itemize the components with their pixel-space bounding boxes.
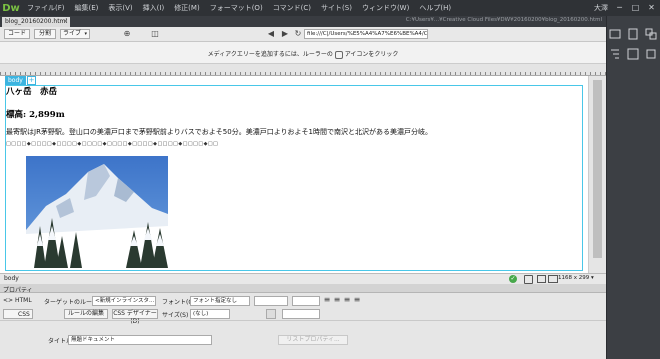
font-select[interactable]: フォント指定なし — [190, 296, 250, 306]
document-tab[interactable]: blog_20160200.html × — [2, 17, 70, 27]
media-query-hint-after: アイコンをクリック — [344, 51, 399, 58]
code-view-button[interactable]: コード — [4, 29, 30, 39]
minimize-button[interactable]: ─ — [614, 2, 625, 13]
horizontal-ruler[interactable] — [0, 64, 606, 76]
live-view-button[interactable]: ライブ ▾ — [60, 29, 90, 39]
address-field[interactable]: file:///C|/Users/%E5%A4%A7%E6%BE%A4/Cre — [304, 29, 428, 39]
split-view-button[interactable]: 分割 — [34, 29, 56, 39]
assets-panel-icon[interactable] — [627, 48, 639, 60]
chevron-down-icon: ▾ — [84, 31, 87, 37]
back-arrow-icon[interactable]: ◀ — [266, 29, 276, 39]
scrollbar-thumb[interactable] — [593, 80, 602, 258]
menu-bar: Dw ファイル(F) 編集(E) 表示(V) 挿入(I) 修正(M) フォーマッ… — [0, 0, 660, 16]
document-tab-label: blog_20160200.html — [5, 18, 68, 25]
add-media-query-icon[interactable] — [334, 50, 343, 59]
font-style-select[interactable] — [254, 296, 288, 306]
menu-site[interactable]: サイト(S) — [316, 3, 357, 13]
mobile-size-icon[interactable] — [524, 275, 533, 284]
route-paragraph[interactable]: 最寄駅はJR茅野駅。登山口の美濃戸口まで茅野駅前よりバスでおよそ50分。美濃戸口… — [6, 127, 432, 137]
align-right-icon[interactable]: ≡ — [342, 295, 352, 305]
target-rule-select[interactable]: <新規インラインスタ... — [92, 296, 156, 306]
insert-panel-icon[interactable] — [627, 28, 639, 40]
mountain-photo[interactable] — [26, 156, 168, 268]
edit-rule-button[interactable]: ルールの編集 — [64, 309, 108, 319]
canvas-vertical-scrollbar[interactable] — [588, 76, 606, 273]
css-mode-button[interactable]: CSS — [3, 309, 33, 319]
elevation-heading[interactable]: 標高: 2,899m — [6, 108, 65, 120]
live-view-label: ライブ — [63, 30, 82, 37]
color-field[interactable] — [282, 309, 320, 319]
file-path: C:¥Users¥...¥Creative Cloud Files¥DW¥201… — [405, 17, 602, 23]
menu-format[interactable]: フォーマット(O) — [205, 3, 268, 13]
target-rule-label: ターゲットのルール — [44, 299, 99, 306]
align-left-icon[interactable]: ≡ — [322, 295, 332, 305]
validation-ok-icon[interactable]: ✓ — [509, 275, 517, 283]
add-element-button[interactable]: + — [27, 76, 36, 85]
document-tab-bar: blog_20160200.html × C:¥Users¥...¥Creati… — [0, 16, 606, 27]
menu-modify[interactable]: 修正(M) — [169, 3, 205, 13]
files-panel-icon[interactable] — [609, 28, 621, 40]
design-canvas[interactable]: body + 八ヶ岳 赤岳 標高: 2,899m 最寄駅はJR茅野駅。登山口の美… — [0, 76, 588, 273]
properties-divider — [0, 320, 606, 321]
maximize-button[interactable]: □ — [630, 2, 641, 13]
menu-insert[interactable]: 挿入(I) — [138, 3, 170, 13]
page-title-field[interactable]: 無題ドキュメント — [68, 335, 212, 345]
window-size-select[interactable]: 1168 x 299 ▾ — [558, 275, 594, 281]
properties-header[interactable]: プロパティ — [0, 284, 606, 294]
properties-panel: プロパティ <> HTML CSS ターゲットのルール <新規インラインスタ..… — [0, 284, 606, 359]
mountain-photo-image — [26, 156, 168, 268]
desktop-size-icon[interactable] — [548, 275, 558, 283]
dreamweaver-window: Dw ファイル(F) 編集(E) 表示(V) 挿入(I) 修正(M) フォーマッ… — [0, 0, 660, 359]
tag-selector-body[interactable]: body — [4, 275, 19, 282]
media-query-hint-before: メディアクエリーを追加するには、ルーラーの — [207, 51, 333, 58]
font-weight-select[interactable] — [292, 296, 320, 306]
right-panel-dock — [606, 16, 660, 359]
align-center-icon[interactable]: ≡ — [332, 295, 342, 305]
align-justify-icon[interactable]: ≡ — [352, 295, 362, 305]
menu-edit[interactable]: 編集(E) — [70, 3, 104, 13]
body-tag-badge[interactable]: body — [5, 76, 26, 85]
menu-help[interactable]: ヘルプ(H) — [414, 3, 456, 13]
size-label: サイズ(S) — [162, 312, 189, 319]
dotted-separator: □□□□◆□□□□◆□□□□◆□□□□◆□□□□◆□□□□◆□□□□◆□□□□◆… — [6, 141, 219, 147]
properties-title: プロパティ — [3, 287, 33, 294]
dom-panel-icon[interactable] — [609, 48, 621, 60]
preview-icon[interactable]: ◫ — [150, 29, 160, 39]
forward-arrow-icon[interactable]: ▶ — [280, 29, 290, 39]
tablet-size-icon[interactable] — [537, 275, 546, 283]
app-logo: Dw — [0, 0, 22, 16]
user-name[interactable]: 大澤 — [594, 3, 608, 13]
html-mode-button[interactable]: <> HTML — [3, 296, 32, 306]
color-swatch[interactable] — [266, 309, 276, 319]
list-properties-button[interactable]: リストプロパティ... — [278, 335, 348, 345]
status-bar: body ✓ 1168 x 299 ▾ — [0, 273, 606, 284]
close-window-button[interactable]: ✕ — [646, 2, 657, 13]
inspect-icon[interactable]: ⊕ — [122, 29, 132, 39]
close-tab-icon[interactable]: × — [63, 17, 68, 27]
document-toolbar: コード 分割 ライブ ▾ ⊕ ◫ ◀ ▶ ↻ file:///C|/Users/… — [0, 27, 606, 42]
menu-file[interactable]: ファイル(F) — [22, 3, 70, 13]
media-query-bar: メディアクエリーを追加するには、ルーラーの アイコンをクリック — [0, 42, 606, 64]
menu-commands[interactable]: コマンド(C) — [268, 3, 316, 13]
page-heading[interactable]: 八ヶ岳 赤岳 — [6, 85, 57, 97]
css-designer-button[interactable]: CSS デザイナー(D) — [112, 309, 158, 325]
media-query-hint: メディアクエリーを追加するには、ルーラーの アイコンをクリック — [0, 49, 606, 59]
menu-window[interactable]: ウィンドウ(W) — [357, 3, 414, 13]
css-designer-panel-icon[interactable] — [645, 28, 657, 40]
refresh-icon[interactable]: ↻ — [293, 29, 303, 39]
menu-view[interactable]: 表示(V) — [103, 3, 137, 13]
snippets-panel-icon[interactable] — [645, 48, 657, 60]
size-select[interactable]: (なし) — [190, 309, 230, 319]
